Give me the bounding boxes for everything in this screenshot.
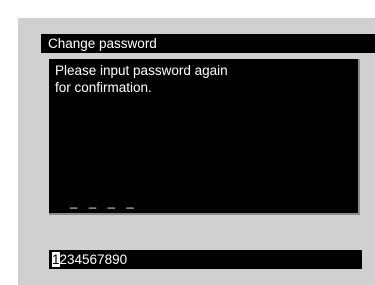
selected-character[interactable]: 1	[52, 252, 60, 267]
character-selector[interactable]: 1234567890	[49, 250, 362, 269]
message-line-2: for confirmation.	[55, 80, 152, 95]
message-line-1: Please input password again	[55, 63, 228, 78]
message-panel: Please input password again for confirma…	[49, 59, 360, 215]
password-dialog-screen: Change password Please input password ag…	[18, 18, 375, 285]
dialog-title: Change password	[41, 34, 375, 53]
password-entry-field[interactable]: _ _ _ _	[70, 195, 138, 209]
character-options[interactable]: 234567890	[60, 252, 128, 267]
